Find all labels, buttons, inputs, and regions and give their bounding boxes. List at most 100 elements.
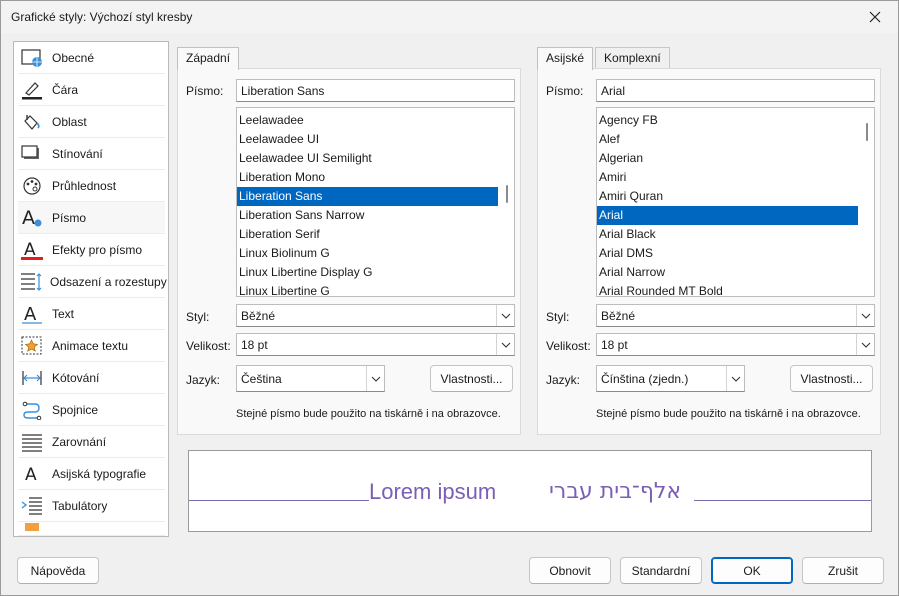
- close-icon: [869, 11, 881, 23]
- sidebar-item-area[interactable]: Oblast: [18, 106, 165, 138]
- selected-value: 18 pt: [241, 338, 268, 352]
- western-tabs: Západní: [177, 47, 241, 70]
- selected-value: Čeština: [241, 372, 282, 386]
- sidebar-item-line[interactable]: Čára: [18, 74, 165, 106]
- list-item[interactable]: Linux Libertine Display G: [237, 263, 498, 282]
- tab-complex[interactable]: Komplexní: [595, 47, 670, 69]
- indents-spacing-icon: [20, 270, 42, 294]
- reset-button[interactable]: Obnovit: [529, 557, 611, 584]
- sidebar-item-label: Animace textu: [52, 338, 129, 353]
- sidebar-item-text-animation[interactable]: Animace textu: [18, 330, 165, 362]
- list-item[interactable]: Amiri Quran: [597, 187, 858, 206]
- svg-text:A: A: [22, 207, 35, 229]
- sidebar-item-label: Text: [52, 306, 75, 321]
- asian-font-list[interactable]: Agency FB Alef Algerian Amiri Amiri Qura…: [596, 107, 875, 297]
- font-preview: Lorem ipsum אלף־בית עברי: [188, 450, 872, 532]
- sidebar-item-font[interactable]: A Písmo: [18, 202, 165, 234]
- sidebar-item-text[interactable]: A Text: [18, 298, 165, 330]
- asian-features-button[interactable]: Vlastnosti...: [790, 365, 873, 392]
- sidebar-item-transparency[interactable]: Průhlednost: [18, 170, 165, 202]
- chevron-down-icon[interactable]: [366, 366, 384, 391]
- list-item-selected[interactable]: Arial: [597, 206, 858, 225]
- sidebar-item-label: Čára: [52, 82, 79, 97]
- ok-button[interactable]: OK: [711, 557, 793, 584]
- western-font-list[interactable]: Leelawadee Leelawadee UI Leelawadee UI S…: [236, 107, 515, 297]
- scrollbar-thumb[interactable]: [866, 123, 868, 141]
- sidebar-item-label: Spojnice: [52, 402, 99, 417]
- list-item[interactable]: Arial Narrow: [597, 263, 858, 282]
- chevron-down-icon[interactable]: [496, 305, 514, 326]
- list-item[interactable]: Arial Black: [597, 225, 858, 244]
- preview-baseline-left: [189, 500, 369, 501]
- sidebar-item-label: Oblast: [52, 114, 87, 129]
- western-size-select[interactable]: 18 pt: [236, 333, 515, 356]
- list-item[interactable]: Amiri: [597, 168, 858, 187]
- text-icon: A: [20, 302, 44, 326]
- style-label: Styl:: [546, 310, 570, 324]
- chevron-down-icon[interactable]: [726, 366, 744, 391]
- list-item-selected[interactable]: Liberation Sans: [237, 187, 498, 206]
- language-label: Jazyk:: [546, 373, 581, 387]
- list-item[interactable]: Leelawadee: [237, 111, 498, 130]
- western-style-select[interactable]: Běžné: [236, 304, 515, 327]
- list-item[interactable]: Linux Libertine G: [237, 282, 498, 296]
- scrollbar-thumb[interactable]: [506, 185, 508, 203]
- window-title: Grafické styly: Výchozí styl kresby: [11, 10, 193, 24]
- chevron-down-icon[interactable]: [856, 305, 874, 326]
- sidebar-item-label: Písmo: [52, 210, 87, 225]
- asian-language-select[interactable]: Čínština (zjedn.): [596, 365, 745, 392]
- sidebar-item-general[interactable]: Obecné: [18, 42, 165, 74]
- sidebar-item-tabs[interactable]: Tabulátory: [18, 490, 165, 522]
- general-icon: [20, 46, 44, 70]
- preview-baseline-right: [694, 500, 871, 501]
- chevron-down-icon[interactable]: [856, 334, 874, 355]
- list-item[interactable]: Leelawadee UI Semilight: [237, 149, 498, 168]
- svg-text:A: A: [25, 465, 37, 485]
- close-button[interactable]: [852, 1, 898, 33]
- standard-button[interactable]: Standardní: [620, 557, 702, 584]
- selected-value: Běžné: [601, 309, 636, 323]
- dialog-window: Grafické styly: Výchozí styl kresby Obec…: [0, 0, 899, 596]
- asian-panel: Písmo: Agency FB Alef Algerian Amiri Ami…: [537, 68, 881, 435]
- preview-western-text: Lorem ipsum: [369, 479, 497, 504]
- list-item[interactable]: Liberation Mono: [237, 168, 498, 187]
- font-label: Písmo:: [186, 84, 224, 98]
- list-item[interactable]: Linux Biolinum G: [237, 244, 498, 263]
- sidebar-item-connector[interactable]: Spojnice: [18, 394, 165, 426]
- style-label: Styl:: [186, 310, 210, 324]
- sidebar-item-dimensioning[interactable]: Kótování: [18, 362, 165, 394]
- list-item[interactable]: Liberation Sans Narrow: [237, 206, 498, 225]
- category-list: Obecné Čára Oblast Stínování Průhlednost: [13, 41, 169, 537]
- alignment-icon: [20, 430, 44, 454]
- sidebar-item-shadow[interactable]: Stínování: [18, 138, 165, 170]
- cancel-button[interactable]: Zrušit: [802, 557, 884, 584]
- sidebar-item-font-effects[interactable]: A Efekty pro písmo: [18, 234, 165, 266]
- list-item[interactable]: Arial Rounded MT Bold: [597, 282, 858, 296]
- sidebar-item-alignment[interactable]: Zarovnání: [18, 426, 165, 458]
- sidebar-item-indents-spacing[interactable]: Odsazení a rozestupy: [18, 266, 167, 298]
- list-item[interactable]: Alef: [597, 130, 858, 149]
- western-font-input[interactable]: [236, 79, 515, 102]
- highlight-icon: [20, 522, 44, 535]
- list-item[interactable]: Agency FB: [597, 111, 858, 130]
- chevron-down-icon[interactable]: [496, 334, 514, 355]
- tab-western[interactable]: Západní: [177, 47, 240, 70]
- title-bar: Grafické styly: Výchozí styl kresby: [1, 1, 898, 33]
- help-button[interactable]: Nápověda: [17, 557, 99, 584]
- preview-asian-text: אלף־בית עברי: [549, 479, 682, 504]
- sidebar-item-asian-typography[interactable]: A Asijská typografie: [18, 458, 165, 490]
- asian-size-select[interactable]: 18 pt: [596, 333, 875, 356]
- western-language-select[interactable]: Čeština: [236, 365, 385, 392]
- western-features-button[interactable]: Vlastnosti...: [430, 365, 513, 392]
- list-item[interactable]: Liberation Serif: [237, 225, 498, 244]
- list-item[interactable]: Algerian: [597, 149, 858, 168]
- list-item[interactable]: Arial DMS: [597, 244, 858, 263]
- list-item[interactable]: Leelawadee UI: [237, 130, 498, 149]
- tab-asian[interactable]: Asijské: [537, 47, 594, 70]
- asian-font-input[interactable]: [596, 79, 875, 102]
- sidebar-item-label: Asijská typografie: [52, 466, 147, 481]
- asian-style-select[interactable]: Běžné: [596, 304, 875, 327]
- western-note: Stejné písmo bude použito na tiskárně i …: [236, 408, 501, 420]
- font-icon: A: [20, 206, 44, 230]
- language-label: Jazyk:: [186, 373, 221, 387]
